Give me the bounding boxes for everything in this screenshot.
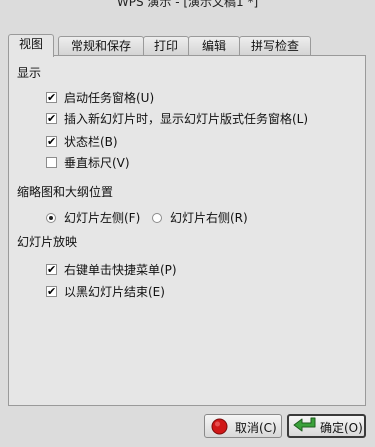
- ok-button-label: 确定(O): [320, 421, 363, 435]
- tab-label: 拼写检查: [250, 39, 299, 53]
- checkbox[interactable]: [46, 157, 57, 168]
- thumbnail-section-heading: 缩略图和大纲位置: [17, 185, 114, 199]
- checkbox[interactable]: ✔: [46, 113, 57, 124]
- tab-label: 编辑: [201, 39, 226, 53]
- tab-bar: 视图 常规和保存 打印 编辑 拼写检查: [8, 34, 367, 57]
- window-titlebar: WPS 演示 - [演示文稿1 *]: [0, 0, 375, 10]
- window-title: WPS 演示 - [演示文稿1 *]: [116, 0, 259, 9]
- option-label: 启动任务窗格(U): [64, 91, 155, 105]
- slideshow-section-heading: 幻灯片放映: [17, 235, 78, 249]
- checkbox[interactable]: ✔: [46, 286, 57, 297]
- tab-label: 常规和保存: [70, 39, 131, 53]
- cancel-button-label: 取消(C): [235, 421, 277, 435]
- checkbox[interactable]: ✔: [46, 92, 57, 103]
- option-label: 幻灯片右侧(R): [170, 211, 248, 225]
- checkbox[interactable]: ✔: [46, 136, 57, 147]
- view-tab-panel: [8, 55, 366, 406]
- tab-label: 打印: [153, 39, 178, 53]
- tab-spellcheck[interactable]: 拼写检查: [239, 36, 311, 55]
- checkbox[interactable]: ✔: [46, 264, 57, 275]
- option-label: 以黑幻灯片结束(E): [64, 285, 165, 299]
- radio-button[interactable]: [152, 213, 162, 223]
- display-section-heading: 显示: [17, 66, 42, 80]
- tab-edit[interactable]: 编辑: [188, 36, 240, 55]
- green-arrow-icon: [293, 417, 316, 432]
- tab-print[interactable]: 打印: [143, 36, 189, 55]
- ok-button[interactable]: 确定(O): [287, 414, 366, 438]
- tab-view[interactable]: 视图: [8, 34, 54, 57]
- tab-general-save[interactable]: 常规和保存: [58, 36, 144, 55]
- tab-label: 视图: [18, 37, 43, 51]
- red-circle-icon: [211, 418, 228, 435]
- radio-button[interactable]: [46, 213, 56, 223]
- option-label: 插入新幻灯片时，显示幻灯片版式任务窗格(L): [64, 112, 309, 126]
- option-label: 状态栏(B): [64, 135, 118, 149]
- option-label: 垂直标尺(V): [64, 156, 130, 170]
- cancel-button[interactable]: 取消(C): [204, 414, 282, 438]
- option-label: 幻灯片左侧(F): [64, 211, 141, 225]
- option-label: 右键单击快捷菜单(P): [64, 263, 177, 277]
